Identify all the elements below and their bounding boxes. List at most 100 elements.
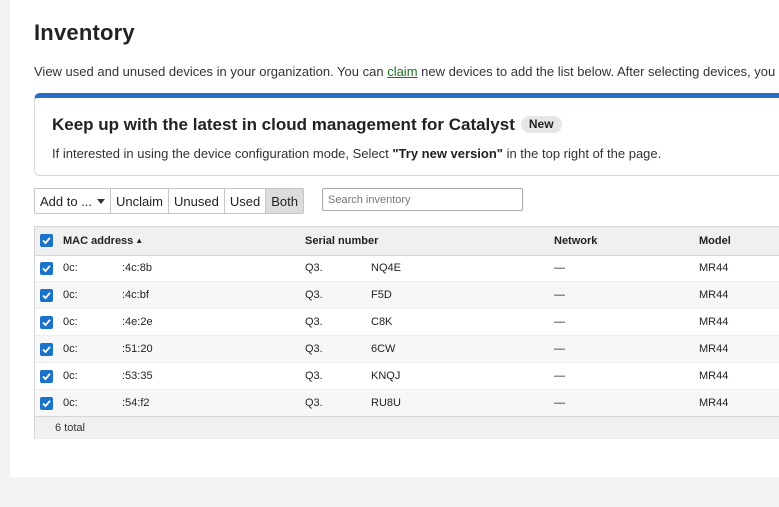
table-row[interactable]: 0c: :51:20 Q3. 6CW — MR44: [35, 336, 779, 363]
serial-suffix: C8K: [371, 316, 393, 328]
network-value: —: [554, 262, 565, 274]
mac-prefix: 0c:: [63, 343, 78, 355]
serial-prefix: Q3.: [305, 289, 323, 301]
serial-prefix: Q3.: [305, 262, 323, 274]
table-row[interactable]: 0c::53:35 Q3. KNQJ — MR44: [35, 363, 779, 390]
redaction-mask: [322, 258, 368, 279]
banner-heading: Keep up with the latest in cloud managem…: [52, 115, 562, 135]
banner-body-after: in the top right of the page.: [502, 146, 662, 161]
column-serial-number[interactable]: Serial number: [305, 235, 378, 247]
mac-prefix: 0c:: [63, 262, 78, 274]
inventory-table: MAC address ▲ Serial number Network Model…: [34, 226, 779, 439]
new-badge: New: [520, 116, 562, 133]
network-value: —: [554, 289, 565, 301]
intro-text-after: new devices to add the list below. After…: [421, 64, 779, 79]
redaction-mask: [80, 393, 120, 414]
mac-suffix: :51:20: [122, 343, 153, 355]
intro-text-before: View used and unused devices in your org…: [34, 64, 388, 79]
serial-prefix: Q3.: [305, 343, 323, 355]
model-value: MR44: [699, 370, 729, 382]
checkmark-icon: [42, 237, 51, 245]
chevron-down-icon: [97, 198, 106, 204]
filter-unused-button[interactable]: Unused: [169, 188, 225, 214]
inventory-panel: Inventory View used and unused devices i…: [10, 0, 779, 477]
redaction-mask: [322, 312, 368, 333]
table-row[interactable]: 0c: :54:f2 Q3. RU8U — MR44: [35, 390, 779, 417]
column-network[interactable]: Network: [554, 235, 597, 247]
redaction-mask: [80, 366, 120, 387]
mac-suffix: :4c:8b: [122, 262, 152, 274]
checkmark-icon: [42, 400, 51, 408]
total-count: 6 total: [55, 422, 85, 434]
table-row[interactable]: 0c: :4c:8b Q3. NQ4E — MR44: [35, 255, 779, 282]
redaction-mask: [322, 393, 368, 414]
column-mac-address[interactable]: MAC address ▲: [63, 235, 143, 247]
model-value: MR44: [699, 289, 729, 301]
row-checkbox[interactable]: [40, 397, 53, 410]
table-header: MAC address ▲ Serial number Network Model: [35, 227, 779, 256]
column-mac-label: MAC address: [63, 235, 134, 247]
checkmark-icon: [42, 265, 51, 273]
column-model[interactable]: Model: [699, 235, 731, 247]
row-checkbox[interactable]: [40, 370, 53, 383]
mac-suffix: :4e:2e: [122, 316, 153, 328]
redaction-mask: [322, 339, 368, 360]
model-value: MR44: [699, 397, 729, 409]
table-row[interactable]: 0c: :4c:bf Q3. F5D — MR44: [35, 282, 779, 309]
select-all-checkbox[interactable]: [40, 234, 53, 247]
row-checkbox[interactable]: [40, 289, 53, 302]
row-checkbox[interactable]: [40, 262, 53, 275]
model-value: MR44: [699, 262, 729, 274]
mac-suffix: :53:35: [122, 370, 153, 382]
checkmark-icon: [42, 346, 51, 354]
redaction-mask: [80, 312, 120, 333]
table-footer: 6 total: [35, 416, 779, 439]
unclaim-button[interactable]: Unclaim: [111, 188, 170, 214]
network-value: —: [554, 397, 565, 409]
redaction-mask: [322, 285, 368, 306]
row-checkbox[interactable]: [40, 343, 53, 356]
mac-prefix: 0c:: [63, 289, 78, 301]
search-input[interactable]: [322, 188, 523, 211]
network-value: —: [554, 343, 565, 355]
table-row[interactable]: 0c: :4e:2e Q3. C8K — MR44: [35, 309, 779, 336]
banner-body: If interested in using the device config…: [52, 146, 661, 161]
serial-suffix: NQ4E: [371, 262, 401, 274]
checkmark-icon: [42, 373, 51, 381]
intro-text: View used and unused devices in your org…: [34, 64, 779, 79]
model-value: MR44: [699, 343, 729, 355]
model-value: MR44: [699, 316, 729, 328]
add-to-dropdown[interactable]: Add to ...: [34, 188, 112, 214]
mac-suffix: :4c:bf: [122, 289, 149, 301]
banner-body-bold: "Try new version": [392, 146, 503, 161]
checkmark-icon: [42, 319, 51, 327]
serial-suffix: 6CW: [371, 343, 396, 355]
mac-suffix: :54:f2: [122, 397, 150, 409]
checkmark-icon: [42, 292, 51, 300]
mac-prefix: 0c:: [63, 370, 78, 382]
network-value: —: [554, 370, 565, 382]
redaction-mask: [80, 339, 120, 360]
mac-prefix: 0c:: [63, 316, 78, 328]
network-value: —: [554, 316, 565, 328]
redaction-mask: [80, 258, 120, 279]
page-title: Inventory: [34, 20, 135, 45]
banner-heading-text: Keep up with the latest in cloud managem…: [52, 115, 515, 134]
filter-both-button[interactable]: Both: [266, 188, 304, 214]
catalyst-banner: Keep up with the latest in cloud managem…: [34, 93, 779, 176]
redaction-mask: [80, 285, 120, 306]
mac-prefix: 0c:: [63, 397, 78, 409]
row-checkbox[interactable]: [40, 316, 53, 329]
serial-suffix: KNQJ: [371, 370, 401, 382]
filter-used-button[interactable]: Used: [224, 188, 267, 214]
serial-suffix: RU8U: [371, 397, 401, 409]
claim-link[interactable]: claim: [387, 64, 417, 79]
serial-prefix: Q3.: [305, 397, 323, 409]
serial-prefix: Q3.: [305, 316, 323, 328]
serial-suffix: F5D: [371, 289, 392, 301]
banner-body-before: If interested in using the device config…: [52, 146, 393, 161]
inventory-toolbar: Add to ... Unclaim Unused Used Both: [34, 188, 304, 214]
sort-ascending-icon: ▲: [135, 236, 144, 245]
add-to-label: Add to ...: [40, 193, 93, 209]
redaction-mask: [322, 366, 368, 387]
